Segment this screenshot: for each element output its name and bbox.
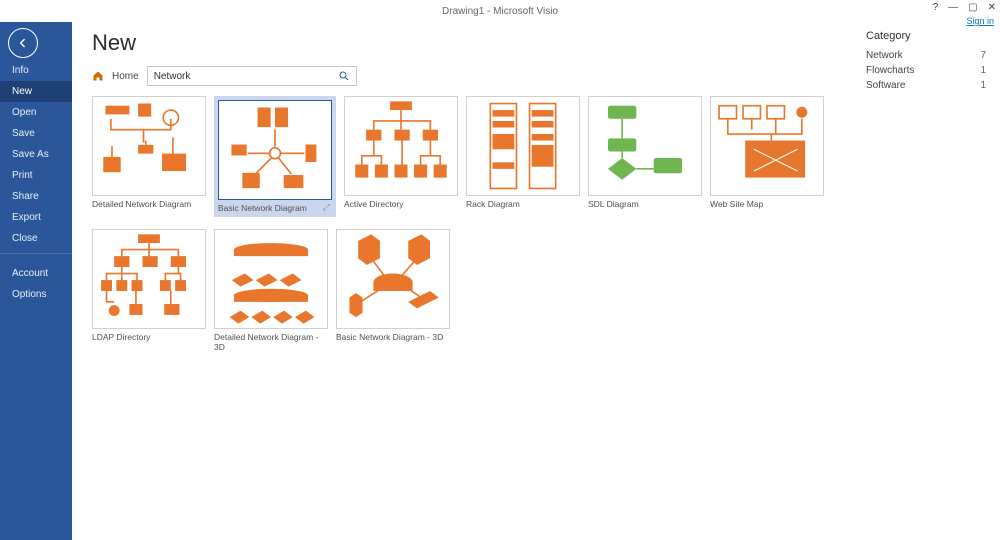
nav-open[interactable]: Open <box>0 102 72 123</box>
content-area: New Home Detailed Network Diagram Basic N… <box>72 22 1000 540</box>
template-ldap[interactable]: LDAP Directory <box>92 229 206 352</box>
close-icon[interactable]: ✕ <box>988 2 996 13</box>
breadcrumb-row: Home <box>92 66 866 86</box>
template-label: LDAP Directory <box>92 333 206 342</box>
template-sdl[interactable]: SDL Diagram <box>588 96 702 217</box>
template-thumb <box>336 229 450 329</box>
nav-save-as[interactable]: Save As <box>0 144 72 165</box>
nav-save[interactable]: Save <box>0 123 72 144</box>
template-thumb <box>92 96 206 196</box>
category-software[interactable]: Software 1 <box>866 78 986 93</box>
window-controls: ? — ▢ ✕ <box>933 2 996 13</box>
template-net1[interactable]: Detailed Network Diagram <box>92 96 206 217</box>
nav-options[interactable]: Options <box>0 284 72 305</box>
nav-account[interactable]: Account <box>0 263 72 284</box>
restore-icon[interactable]: ▢ <box>968 2 977 13</box>
search-input[interactable] <box>154 71 338 82</box>
template-net2[interactable]: Basic Network Diagram⤢ <box>214 96 336 217</box>
nav-export[interactable]: Export <box>0 207 72 228</box>
sidebar-nav: Info New Open Save Save As Print Share E… <box>0 60 72 305</box>
category-count: 7 <box>980 50 986 61</box>
nav-close[interactable]: Close <box>0 228 72 249</box>
category-label: Network <box>866 50 903 61</box>
template-net3d2[interactable]: Basic Network Diagram - 3D <box>336 229 450 352</box>
category-network[interactable]: Network 7 <box>866 48 986 63</box>
category-label: Flowcharts <box>866 65 914 76</box>
category-label: Software <box>866 80 905 91</box>
template-label: Detailed Network Diagram <box>92 200 206 209</box>
category-count: 1 <box>980 65 986 76</box>
nav-divider <box>0 253 72 261</box>
page-title: New <box>92 30 866 56</box>
window-title: Drawing1 - Microsoft Visio <box>442 6 558 17</box>
category-panel: Category Network 7 Flowcharts 1 Software 1 <box>866 30 986 540</box>
template-ad[interactable]: Active Directory <box>344 96 458 217</box>
template-thumb <box>218 100 332 200</box>
template-thumb <box>92 229 206 329</box>
template-thumb <box>588 96 702 196</box>
template-label: Active Directory <box>344 200 458 209</box>
minimize-icon[interactable]: — <box>948 2 958 13</box>
template-rack[interactable]: Rack Diagram <box>466 96 580 217</box>
titlebar: Drawing1 - Microsoft Visio ? — ▢ ✕ <box>0 0 1000 22</box>
home-icon[interactable] <box>92 70 104 82</box>
nav-new[interactable]: New <box>0 81 72 102</box>
template-label: Web Site Map <box>710 200 824 209</box>
nav-info[interactable]: Info <box>0 60 72 81</box>
template-grid: Detailed Network Diagram Basic Network Di… <box>92 96 866 352</box>
back-arrow-icon <box>16 36 30 50</box>
template-thumb <box>466 96 580 196</box>
template-label: SDL Diagram <box>588 200 702 209</box>
template-web[interactable]: Web Site Map <box>710 96 824 217</box>
template-thumb <box>710 96 824 196</box>
help-icon[interactable]: ? <box>933 2 939 13</box>
template-label: Basic Network Diagram - 3D <box>336 333 450 342</box>
nav-print[interactable]: Print <box>0 165 72 186</box>
pin-icon[interactable]: ⤢ <box>323 202 330 213</box>
template-label: Detailed Network Diagram - 3D <box>214 333 328 352</box>
backstage-sidebar: Info New Open Save Save As Print Share E… <box>0 22 72 540</box>
search-icon[interactable] <box>338 70 350 82</box>
nav-share[interactable]: Share <box>0 186 72 207</box>
category-flowcharts[interactable]: Flowcharts 1 <box>866 63 986 78</box>
template-thumb <box>344 96 458 196</box>
template-net3d1[interactable]: Detailed Network Diagram - 3D <box>214 229 328 352</box>
template-search[interactable] <box>147 66 357 86</box>
category-count: 1 <box>980 80 986 91</box>
category-title: Category <box>866 30 986 42</box>
sign-in-link[interactable]: Sign in <box>966 16 994 26</box>
back-button[interactable] <box>8 28 38 58</box>
template-thumb <box>214 229 328 329</box>
template-label: Rack Diagram <box>466 200 580 209</box>
breadcrumb-home[interactable]: Home <box>112 71 139 82</box>
template-label: Basic Network Diagram <box>218 204 332 213</box>
